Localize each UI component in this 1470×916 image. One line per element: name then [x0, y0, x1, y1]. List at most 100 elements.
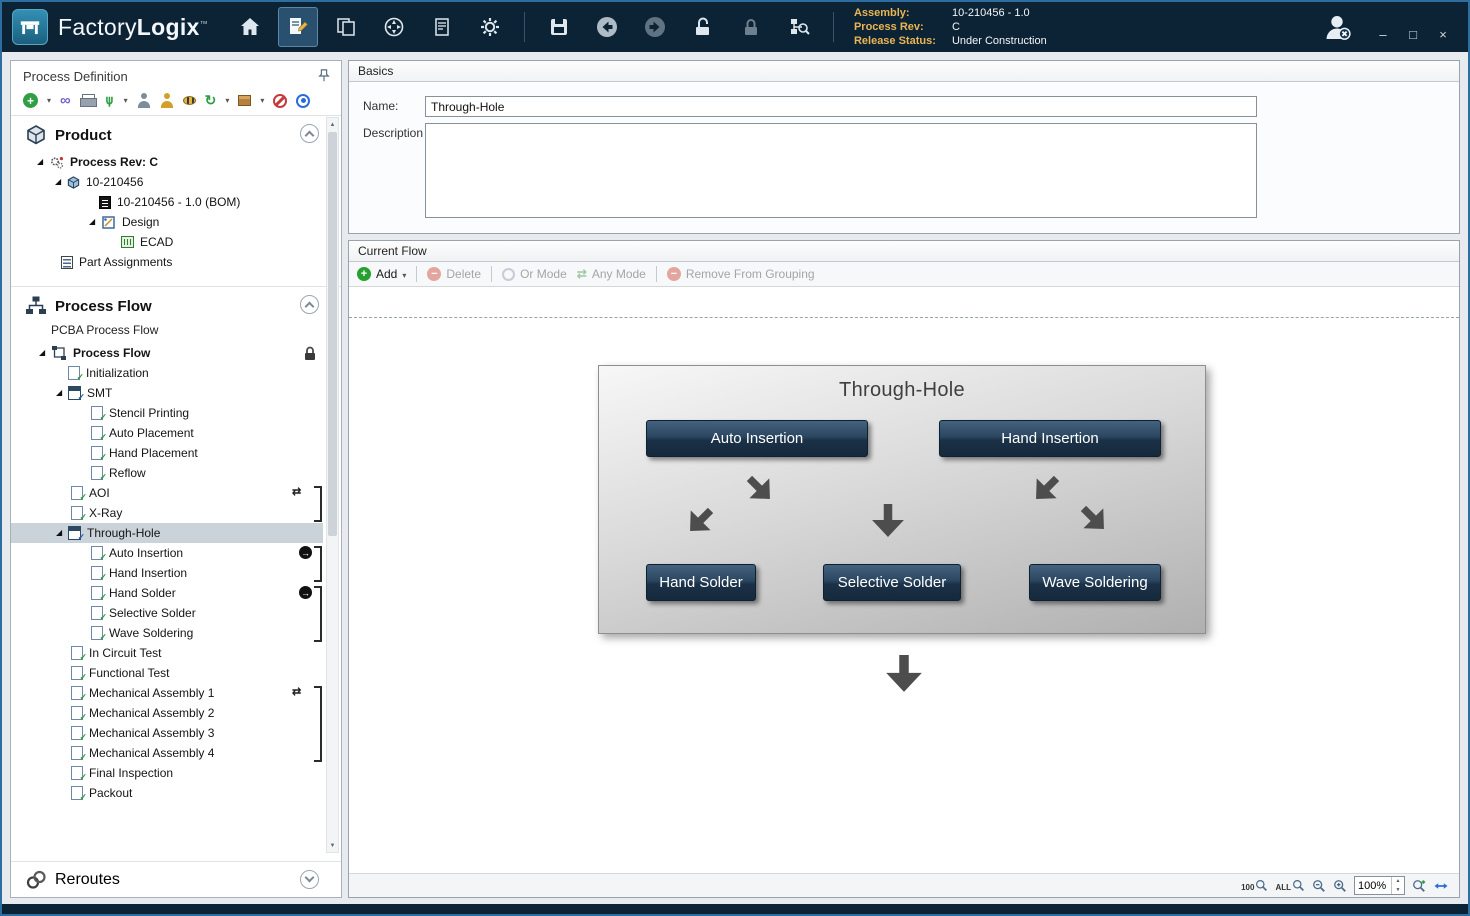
flow-node-selective-solder[interactable]: Selective Solder — [823, 564, 961, 601]
process-definition-button[interactable] — [278, 7, 318, 47]
pan-fit-button[interactable] — [1433, 879, 1449, 893]
name-input[interactable] — [425, 96, 1257, 117]
tree-item-process-flow-root[interactable]: Process Flow — [11, 343, 323, 363]
tree-item-mechanical-assembly-1[interactable]: Mechanical Assembly 1 — [11, 683, 323, 703]
close-button[interactable] — [1436, 28, 1450, 42]
production-button[interactable] — [326, 7, 366, 47]
tree-item-ecad[interactable]: ECAD — [11, 232, 323, 252]
tree-item-auto-placement[interactable]: Auto Placement — [11, 423, 323, 443]
any-mode-button[interactable]: Any Mode — [577, 267, 646, 281]
operator-icon[interactable] — [137, 93, 151, 108]
any-order-icon — [292, 486, 301, 499]
delete-button[interactable]: Delete — [427, 267, 481, 281]
tree-item-hand-placement[interactable]: Hand Placement — [11, 443, 323, 463]
bee-icon[interactable] — [183, 96, 196, 105]
add-node-icon[interactable] — [23, 93, 38, 108]
zoom-percent-input[interactable] — [1355, 877, 1391, 894]
tree-item-part-assignments[interactable]: Part Assignments — [11, 252, 323, 272]
reroutes-expand-button[interactable] — [300, 870, 319, 889]
zoom-fit-all-button[interactable]: ALL — [1275, 879, 1305, 892]
add-node-caret-icon[interactable] — [47, 96, 51, 105]
through-hole-group-box[interactable]: Through-Hole Auto Insertion Hand Inserti… — [598, 365, 1206, 634]
assembly-label: Assembly: — [854, 7, 946, 20]
tree-item-smt[interactable]: SMT — [11, 383, 323, 403]
minimize-button[interactable] — [1376, 28, 1390, 42]
flow-node-wave-soldering[interactable]: Wave Soldering — [1029, 564, 1161, 601]
zoom-100-button[interactable]: 100 — [1241, 879, 1268, 892]
settings-gear-button[interactable] — [470, 7, 510, 47]
tree-item-functional-test[interactable]: Functional Test — [11, 663, 323, 683]
process-flow-collapse-button[interactable] — [300, 295, 319, 314]
disable-icon[interactable] — [273, 94, 287, 108]
tree-item-x-ray[interactable]: X-Ray — [11, 503, 323, 523]
package-icon[interactable] — [238, 95, 251, 106]
expander-icon[interactable] — [56, 389, 68, 397]
tree-item-initialization[interactable]: Initialization — [11, 363, 323, 383]
tree-item-process-rev[interactable]: Process Rev: C — [11, 152, 323, 172]
description-field[interactable] — [425, 123, 1257, 218]
add-branch-icon[interactable] — [104, 93, 115, 109]
or-mode-button[interactable]: Or Mode — [502, 267, 567, 281]
reroutes-section-header[interactable]: Reroutes — [11, 861, 341, 897]
lock-button[interactable] — [731, 7, 771, 47]
add-button[interactable]: Add — [357, 267, 406, 281]
expander-icon[interactable] — [39, 349, 51, 357]
tree-item-selective-solder[interactable]: Selective Solder — [11, 603, 323, 623]
user-logout-button[interactable] — [1320, 10, 1354, 44]
tree-item-mechanical-assembly-4[interactable]: Mechanical Assembly 4 — [11, 743, 323, 763]
tree-item-in-circuit-test[interactable]: In Circuit Test — [11, 643, 323, 663]
tree-item-wave-soldering[interactable]: Wave Soldering — [11, 623, 323, 643]
scroll-thumb[interactable] — [328, 132, 337, 536]
tree-item-reflow[interactable]: Reflow — [11, 463, 323, 483]
tree-item-bom[interactable]: 10-210456 - 1.0 (BOM) — [11, 192, 323, 212]
unlock-button[interactable] — [683, 7, 723, 47]
reports-button[interactable] — [422, 7, 462, 47]
tree-item-mechanical-assembly-3[interactable]: Mechanical Assembly 3 — [11, 723, 323, 743]
refresh-caret-icon[interactable] — [225, 96, 229, 105]
certification-icon[interactable] — [160, 93, 174, 108]
home-button[interactable] — [230, 7, 270, 47]
tree-item-hand-solder[interactable]: Hand Solder — [11, 583, 323, 603]
expander-icon[interactable] — [55, 178, 67, 186]
tree-item-design[interactable]: Design — [11, 212, 323, 232]
dispatch-button[interactable] — [374, 7, 414, 47]
tree-item-final-inspection[interactable]: Final Inspection — [11, 763, 323, 783]
name-label: Name: — [363, 96, 425, 117]
tree-item-packout[interactable]: Packout — [11, 783, 323, 803]
forward-button[interactable] — [635, 7, 675, 47]
pin-icon[interactable] — [317, 69, 331, 86]
sidebar-scrollbar[interactable] — [326, 117, 339, 853]
zoom-increase-button[interactable] — [1392, 877, 1404, 886]
scroll-up-button[interactable] — [327, 118, 338, 131]
save-button[interactable] — [539, 7, 579, 47]
flow-node-auto-insertion[interactable]: Auto Insertion — [646, 420, 868, 457]
package-caret-icon[interactable] — [260, 96, 264, 105]
branch-caret-icon[interactable] — [124, 96, 128, 105]
flow-node-hand-insertion[interactable]: Hand Insertion — [939, 420, 1161, 457]
link-icon[interactable] — [60, 92, 71, 109]
product-collapse-button[interactable] — [300, 124, 319, 143]
add-caret-icon[interactable] — [402, 267, 406, 281]
print-icon[interactable] — [80, 94, 95, 107]
tree-item-through-hole[interactable]: Through-Hole — [11, 523, 323, 543]
expander-icon[interactable] — [56, 529, 68, 537]
zoom-out-button[interactable] — [1312, 879, 1326, 893]
remove-from-grouping-button[interactable]: Remove From Grouping — [667, 267, 815, 281]
zoom-in-button[interactable] — [1333, 879, 1347, 893]
tree-item-stencil-printing[interactable]: Stencil Printing — [11, 403, 323, 423]
expander-icon[interactable] — [37, 158, 49, 166]
tree-item-aoi[interactable]: AOI — [11, 483, 323, 503]
expander-icon[interactable] — [89, 218, 101, 226]
tree-item-hand-insertion[interactable]: Hand Insertion — [11, 563, 323, 583]
tree-item-auto-insertion[interactable]: Auto Insertion — [11, 543, 323, 563]
back-button[interactable] — [587, 7, 627, 47]
tree-item-mechanical-assembly-2[interactable]: Mechanical Assembly 2 — [11, 703, 323, 723]
process-audit-button[interactable] — [779, 7, 819, 47]
maximize-button[interactable] — [1406, 28, 1420, 42]
inspect-icon[interactable] — [296, 94, 310, 108]
refresh-icon[interactable] — [205, 92, 217, 109]
zoom-decrease-button[interactable] — [1392, 886, 1404, 895]
tree-item-assembly[interactable]: 10-210456 — [11, 172, 323, 192]
zoom-selection-button[interactable] — [1412, 879, 1426, 893]
flow-node-hand-solder[interactable]: Hand Solder — [646, 564, 756, 601]
